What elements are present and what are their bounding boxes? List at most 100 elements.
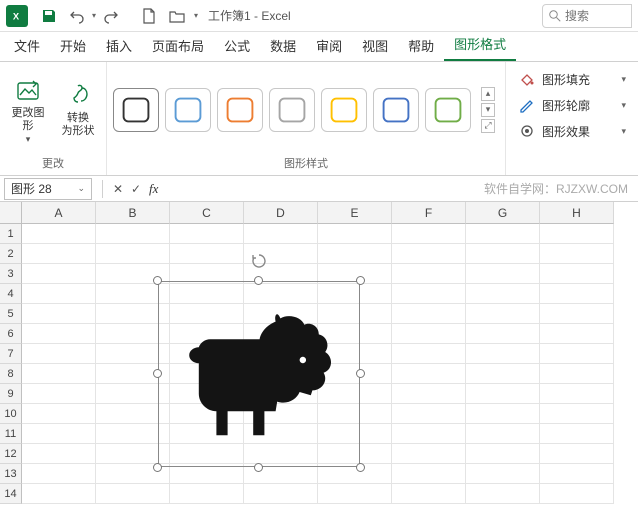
col-header-B[interactable]: B [96, 202, 170, 224]
cell[interactable] [392, 384, 466, 404]
cell[interactable] [466, 284, 540, 304]
cell[interactable] [392, 424, 466, 444]
row-header-9[interactable]: 9 [0, 384, 22, 404]
cell[interactable] [392, 444, 466, 464]
cell[interactable] [318, 484, 392, 504]
cell[interactable] [170, 244, 244, 264]
save-button[interactable] [36, 3, 62, 29]
cell[interactable] [244, 484, 318, 504]
cell[interactable] [22, 464, 96, 484]
row-header-12[interactable]: 12 [0, 444, 22, 464]
cell[interactable] [392, 364, 466, 384]
cell[interactable] [318, 224, 392, 244]
cell[interactable] [540, 304, 614, 324]
row-header-3[interactable]: 3 [0, 264, 22, 284]
graphics-fill-button[interactable]: 图形填充 ▾ [514, 66, 630, 92]
style-swatch-6[interactable] [425, 88, 471, 132]
cell[interactable] [22, 324, 96, 344]
resize-handle-s[interactable] [254, 463, 263, 472]
col-header-G[interactable]: G [466, 202, 540, 224]
row-header-1[interactable]: 1 [0, 224, 22, 244]
style-swatch-3[interactable] [269, 88, 315, 132]
row-header-11[interactable]: 11 [0, 424, 22, 444]
cell[interactable] [540, 444, 614, 464]
cell[interactable] [22, 404, 96, 424]
cell[interactable] [466, 384, 540, 404]
row-header-13[interactable]: 13 [0, 464, 22, 484]
resize-handle-nw[interactable] [153, 276, 162, 285]
formula-input[interactable] [162, 178, 638, 200]
cell[interactable] [540, 484, 614, 504]
row-header-2[interactable]: 2 [0, 244, 22, 264]
row-header-4[interactable]: 4 [0, 284, 22, 304]
col-header-E[interactable]: E [318, 202, 392, 224]
style-swatch-2[interactable] [217, 88, 263, 132]
cell[interactable] [392, 304, 466, 324]
style-swatch-4[interactable] [321, 88, 367, 132]
style-swatch-1[interactable] [165, 88, 211, 132]
style-gallery-nav-2[interactable]: ⤢ [481, 119, 495, 133]
cell[interactable] [22, 364, 96, 384]
row-header-10[interactable]: 10 [0, 404, 22, 424]
cell[interactable] [22, 484, 96, 504]
change-graphic-button[interactable]: 更改图 形 [6, 71, 50, 149]
undo-dropdown[interactable]: ▾ [92, 11, 96, 20]
tab-data[interactable]: 数据 [260, 30, 306, 61]
cell[interactable] [540, 284, 614, 304]
cell[interactable] [466, 344, 540, 364]
cell[interactable] [96, 224, 170, 244]
cell[interactable] [540, 224, 614, 244]
style-swatch-5[interactable] [373, 88, 419, 132]
redo-button[interactable] [98, 3, 124, 29]
cell[interactable] [96, 484, 170, 504]
row-header-14[interactable]: 14 [0, 484, 22, 504]
col-header-D[interactable]: D [244, 202, 318, 224]
cell[interactable] [392, 224, 466, 244]
cell[interactable] [22, 244, 96, 264]
cell[interactable] [540, 344, 614, 364]
select-all-corner[interactable] [0, 202, 22, 224]
tab-help[interactable]: 帮助 [398, 30, 444, 61]
cell[interactable] [466, 424, 540, 444]
cell[interactable] [96, 244, 170, 264]
cell[interactable] [170, 464, 244, 484]
row-header-7[interactable]: 7 [0, 344, 22, 364]
resize-handle-se[interactable] [356, 463, 365, 472]
cell[interactable] [466, 264, 540, 284]
cell[interactable] [466, 244, 540, 264]
cell[interactable] [22, 264, 96, 284]
cell[interactable] [392, 284, 466, 304]
qat-customize[interactable]: ▾ [194, 11, 198, 20]
cell[interactable] [466, 484, 540, 504]
cell[interactable] [392, 324, 466, 344]
cell[interactable] [540, 244, 614, 264]
cell[interactable] [318, 244, 392, 264]
resize-handle-n[interactable] [254, 276, 263, 285]
cell[interactable] [392, 264, 466, 284]
cell[interactable] [22, 424, 96, 444]
tab-file[interactable]: 文件 [4, 30, 50, 61]
cell[interactable] [540, 404, 614, 424]
confirm-formula-button[interactable]: ✓ [127, 180, 145, 198]
search-box[interactable] [542, 4, 632, 28]
style-swatch-0[interactable] [113, 88, 159, 132]
cell[interactable] [466, 404, 540, 424]
tab-view[interactable]: 视图 [352, 30, 398, 61]
convert-to-shape-button[interactable]: 转换 为形状 [56, 71, 100, 149]
search-input[interactable] [565, 9, 615, 23]
col-header-A[interactable]: A [22, 202, 96, 224]
resize-handle-e[interactable] [356, 369, 365, 378]
cell[interactable] [392, 344, 466, 364]
graphics-outline-button[interactable]: 图形轮廓 ▾ [514, 92, 630, 118]
cell[interactable] [540, 324, 614, 344]
tab-formulas[interactable]: 公式 [214, 30, 260, 61]
col-header-F[interactable]: F [392, 202, 466, 224]
cell[interactable] [466, 364, 540, 384]
cell[interactable] [466, 304, 540, 324]
cell[interactable] [392, 244, 466, 264]
new-file-button[interactable] [136, 3, 162, 29]
undo-button[interactable] [64, 3, 90, 29]
cell[interactable] [540, 424, 614, 444]
cell[interactable] [392, 484, 466, 504]
cell[interactable] [540, 364, 614, 384]
